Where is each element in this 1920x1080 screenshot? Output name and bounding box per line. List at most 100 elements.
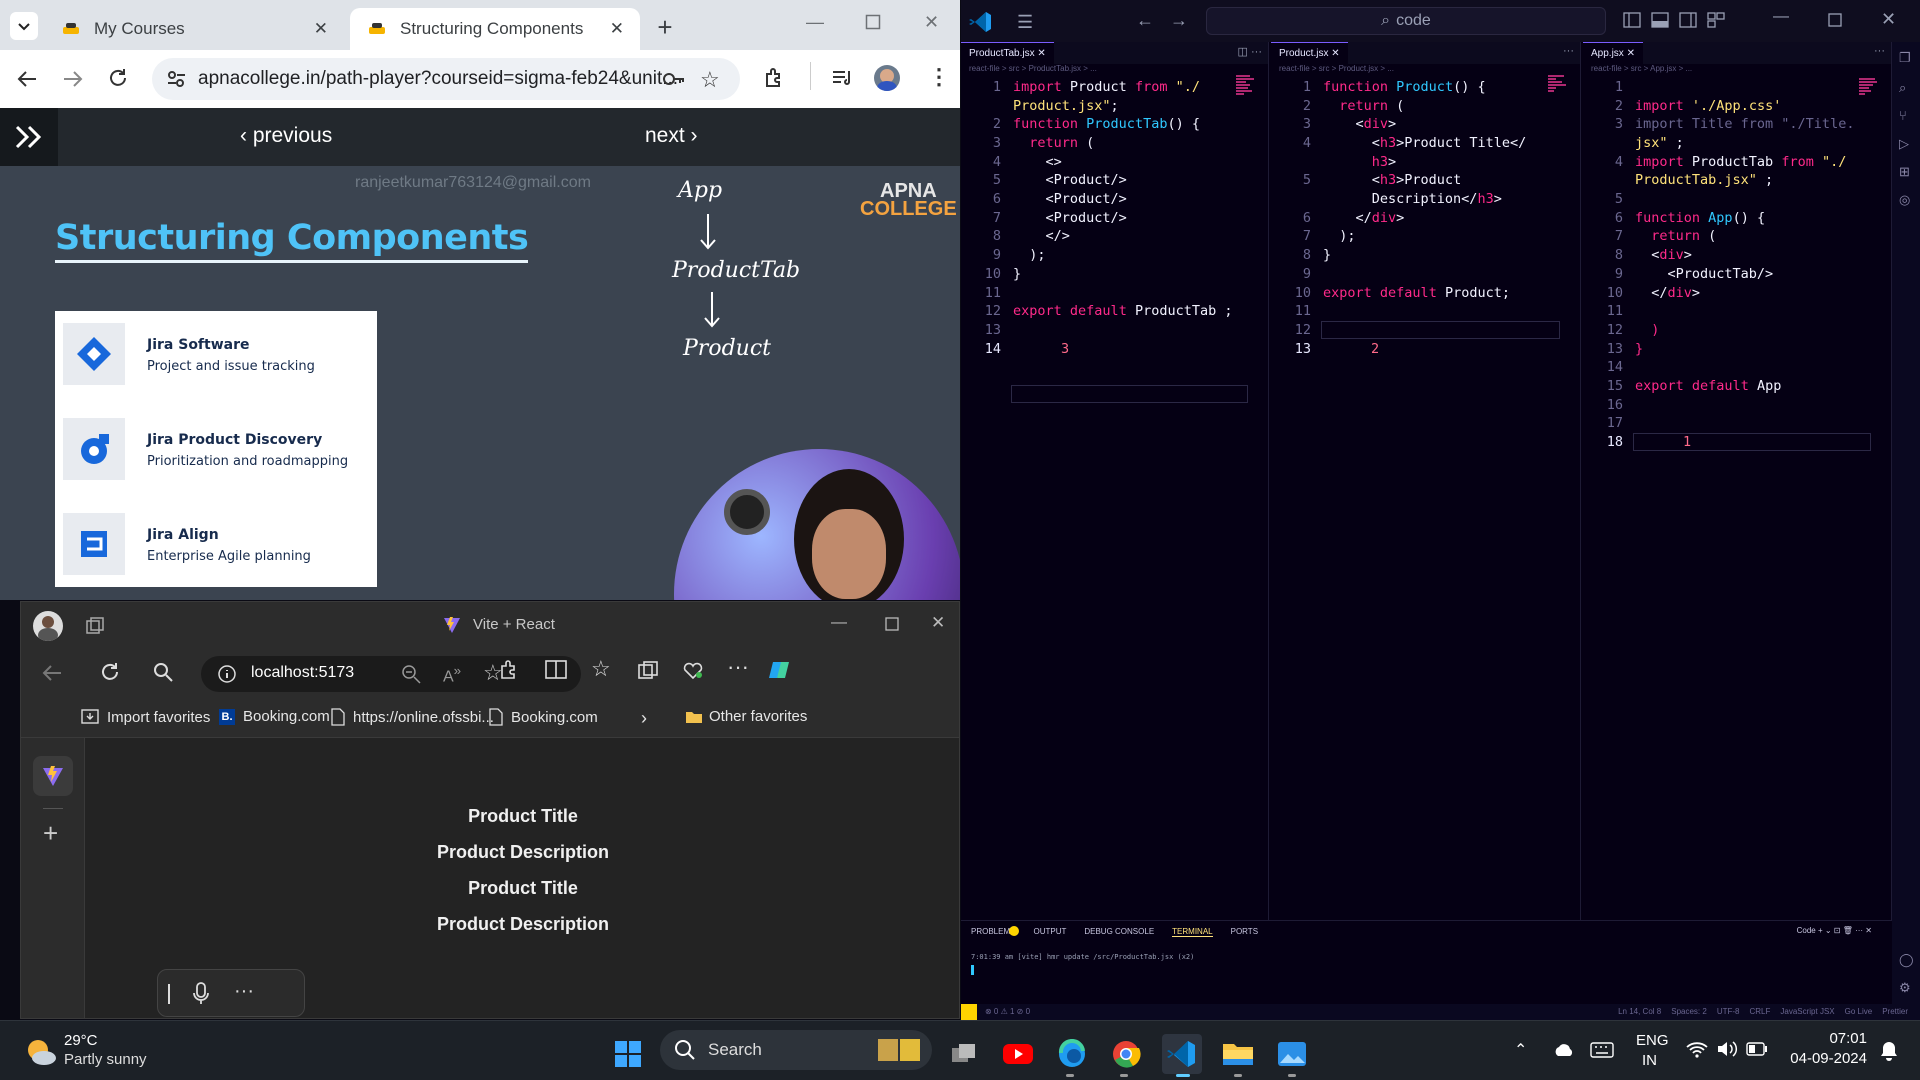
language-line-1[interactable]: ENG (1636, 1032, 1669, 1049)
minimize-button[interactable]: — (806, 12, 824, 33)
media-controls-icon[interactable] (830, 66, 854, 90)
reload-icon[interactable] (107, 67, 129, 89)
run-debug-icon[interactable]: ▷ (1899, 136, 1909, 152)
language-mode[interactable]: JavaScript JSX (1780, 1007, 1834, 1016)
notification-icon[interactable] (1878, 1040, 1900, 1062)
favorite-booking-2[interactable]: Booking.com (489, 708, 598, 726)
task-view-icon[interactable] (944, 1034, 984, 1074)
minimize-button[interactable]: — (1773, 8, 1789, 26)
close-tab-icon[interactable]: ✕ (1627, 48, 1635, 59)
start-button[interactable] (608, 1034, 648, 1074)
minimap[interactable] (1546, 74, 1572, 108)
clock-time[interactable]: 07:01 (1803, 1030, 1867, 1047)
maximize-button[interactable] (885, 617, 899, 631)
previous-lesson-link[interactable]: ‹ previous (240, 124, 332, 148)
tab-app-jsx[interactable]: App.jsx ✕ (1583, 42, 1643, 64)
account-icon[interactable]: ◯ (1899, 952, 1914, 968)
chrome-icon[interactable] (1106, 1034, 1146, 1074)
panel-tab-debug-console[interactable]: DEBUG CONSOLE (1084, 927, 1154, 937)
tab-product-jsx[interactable]: Product.jsx ✕ (1271, 42, 1348, 64)
battery-icon[interactable] (1746, 1042, 1768, 1056)
next-lesson-link[interactable]: next › (645, 124, 698, 148)
search-icon[interactable] (153, 662, 173, 682)
password-key-icon[interactable] (662, 69, 686, 89)
clock-date[interactable]: 04-09-2024 (1785, 1050, 1867, 1067)
favorites-icon[interactable]: ☆ (591, 656, 611, 682)
command-center-search[interactable]: ⌕ code (1206, 7, 1606, 35)
toggle-secondary-sidebar-icon[interactable] (1679, 12, 1697, 28)
address-bar[interactable]: apnacollege.in/path-player?courseid=sigm… (152, 58, 740, 100)
search-icon[interactable]: ⌕ (1899, 80, 1906, 96)
keyboard-icon[interactable] (1590, 1042, 1614, 1058)
more-options-icon[interactable]: ··· (234, 980, 254, 1003)
cursor-position[interactable]: Ln 14, Col 8 (1618, 1007, 1661, 1016)
language-line-2[interactable]: IN (1642, 1052, 1657, 1069)
close-window-button[interactable]: ✕ (1881, 9, 1896, 30)
remote-icon[interactable]: ◎ (1899, 192, 1910, 208)
favorites-overflow-icon[interactable]: › (641, 708, 647, 729)
info-icon[interactable] (217, 664, 237, 684)
more-actions-icon[interactable]: ··· (1874, 45, 1885, 57)
problems-status[interactable]: ⊗ 0 ⚠ 1 ⊘ 0 (985, 1007, 1030, 1016)
back-icon[interactable] (16, 68, 38, 90)
volume-icon[interactable] (1716, 1040, 1738, 1058)
extensions-icon[interactable] (762, 66, 786, 90)
more-actions-icon[interactable]: ··· (1563, 45, 1574, 57)
close-window-button[interactable]: ✕ (924, 12, 939, 33)
forward-icon[interactable]: → (1170, 10, 1188, 31)
customize-layout-icon[interactable] (1707, 12, 1725, 28)
extensions-icon[interactable]: ⊞ (1899, 164, 1910, 180)
file-explorer-icon[interactable] (1218, 1034, 1258, 1074)
favorite-import[interactable]: Import favorites (81, 708, 210, 726)
favorite-other[interactable]: Other favorites (685, 708, 807, 725)
course-menu-button[interactable] (0, 108, 58, 166)
photos-icon[interactable] (1272, 1034, 1312, 1074)
panel-tab-terminal[interactable]: TERMINAL (1172, 927, 1213, 937)
reload-icon[interactable] (99, 661, 121, 683)
lecture-video[interactable]: ranjeetkumar763124@gmail.com Structuring… (0, 166, 960, 600)
copilot-icon[interactable] (767, 658, 791, 682)
weather-desc[interactable]: Partly sunny (64, 1051, 147, 1068)
microphone-icon[interactable] (192, 982, 210, 1006)
address-bar[interactable]: localhost:5173 A» ☆ (201, 656, 581, 692)
back-icon[interactable]: ← (1136, 10, 1154, 31)
collections-icon[interactable] (637, 660, 659, 682)
terminal-profile[interactable]: Code + ⌄ ⊡ 🗑 ··· ✕ (1797, 926, 1872, 935)
maximize-button[interactable] (1828, 13, 1842, 27)
favorite-booking[interactable]: B. Booking.com (219, 708, 330, 725)
encoding[interactable]: UTF-8 (1717, 1007, 1740, 1016)
minimize-button[interactable]: — (831, 614, 847, 632)
read-aloud-icon[interactable]: A» (443, 663, 461, 686)
close-tab-icon[interactable]: ✕ (1331, 48, 1339, 59)
more-options-icon[interactable]: ··· (727, 654, 749, 680)
remote-indicator[interactable] (961, 1004, 977, 1020)
tab-producttab-jsx[interactable]: ProductTab.jsx ✕ (961, 42, 1054, 64)
close-tab-icon[interactable]: ✕ (610, 19, 624, 39)
go-live[interactable]: Go Live (1845, 1007, 1873, 1016)
menu-icon[interactable]: ☰ (1017, 12, 1033, 33)
bookmark-star-icon[interactable]: ☆ (700, 67, 720, 93)
explorer-icon[interactable]: ❐ (1899, 50, 1911, 66)
add-tab-icon[interactable]: + (43, 818, 58, 849)
close-window-button[interactable]: ✕ (931, 613, 945, 633)
split-editor-icon[interactable]: ◫ ··· (1238, 45, 1262, 58)
source-control-icon[interactable]: ⑂ (1899, 108, 1907, 123)
forward-icon[interactable] (62, 68, 84, 90)
minimap[interactable] (1234, 74, 1260, 108)
onedrive-icon[interactable] (1552, 1042, 1576, 1058)
site-settings-icon[interactable] (166, 69, 186, 89)
minimap[interactable] (1857, 74, 1883, 108)
edge-icon[interactable] (1052, 1034, 1092, 1074)
tab-structuring-components[interactable]: Structuring Components ✕ (350, 8, 640, 50)
vite-tab-button[interactable] (33, 756, 73, 796)
indentation[interactable]: Spaces: 2 (1671, 1007, 1707, 1016)
new-tab-button[interactable]: + (650, 12, 680, 43)
tab-my-courses[interactable]: My Courses ✕ (44, 8, 344, 50)
maximize-button[interactable] (865, 14, 881, 30)
browser-essentials-icon[interactable] (681, 658, 705, 682)
toggle-panel-icon[interactable] (1651, 12, 1669, 28)
chrome-menu-icon[interactable]: ⋮ (928, 64, 950, 90)
youtube-icon[interactable] (998, 1034, 1038, 1074)
toggle-primary-sidebar-icon[interactable] (1623, 12, 1641, 28)
favorite-sbi[interactable]: https://online.ofssbi... (331, 708, 494, 726)
